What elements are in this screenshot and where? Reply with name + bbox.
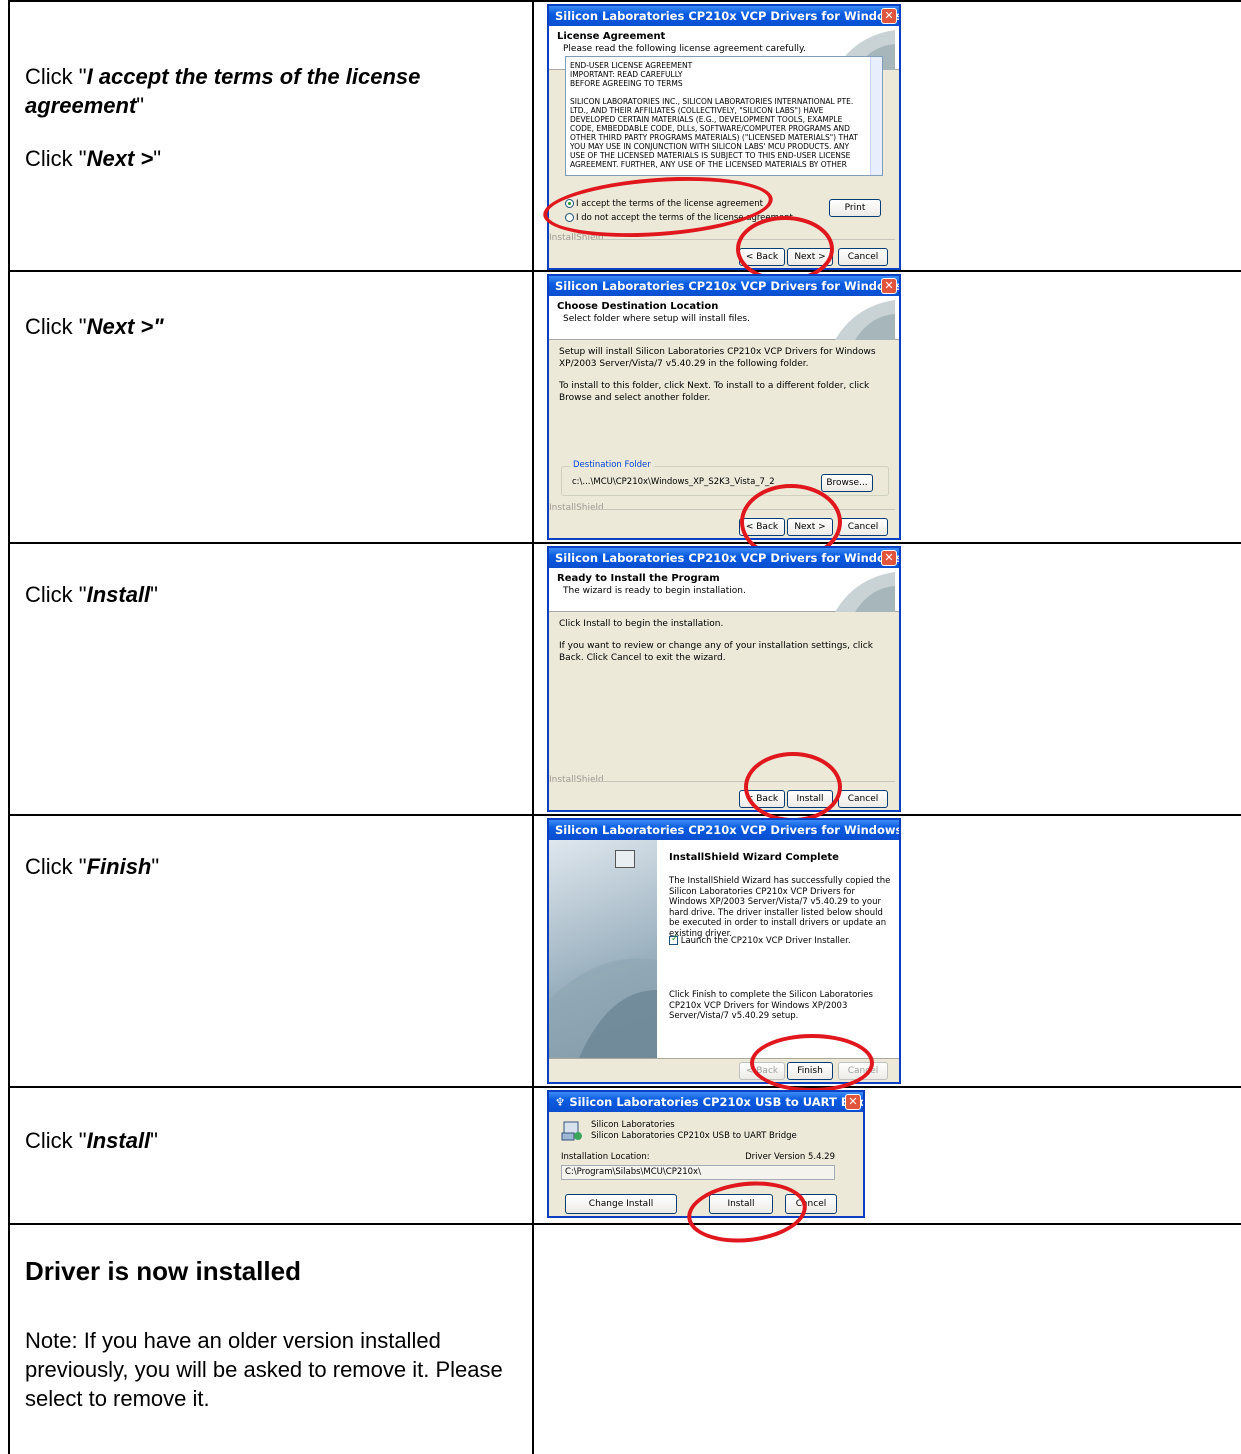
- instruction-step-2: Click "Next >": [25, 312, 515, 341]
- company-name: Silicon Laboratories: [591, 1120, 675, 1130]
- column-divider: [532, 0, 534, 1454]
- table-border: [8, 0, 1241, 2]
- print-button[interactable]: Print: [829, 199, 881, 217]
- destination-window: Silicon Laboratories CP210x VCP Drivers …: [547, 274, 901, 540]
- instruction-text: Click ": [25, 314, 87, 339]
- instruction-step-5: Click "Install": [25, 1126, 515, 1155]
- instruction-text: Click ": [25, 582, 87, 607]
- installshield-art-icon: [835, 572, 895, 612]
- driver-version: Driver Version 5.4.29: [745, 1152, 835, 1162]
- destination-legend: Destination Folder: [570, 460, 654, 470]
- checkbox-label: Launch the CP210x VCP Driver Installer.: [680, 936, 851, 946]
- browse-button[interactable]: Browse...: [821, 474, 873, 492]
- wizard-content: InstallShield Wizard Complete The Instal…: [615, 840, 899, 1058]
- window-titlebar: Silicon Laboratories CP210x VCP Drivers …: [549, 276, 899, 296]
- instruction-emphasis: Finish: [86, 854, 152, 879]
- row-divider: [8, 1086, 1241, 1088]
- launch-checkbox[interactable]: ✓ Launch the CP210x VCP Driver Installer…: [669, 934, 851, 946]
- wizard-text: To install to this folder, click Next. T…: [559, 381, 870, 403]
- instruction-text: ": [136, 93, 145, 118]
- install-path-field[interactable]: C:\Program\Silabs\MCU\CP210x\: [561, 1165, 835, 1180]
- window-title: Silicon Laboratories CP210x VCP Drivers …: [555, 823, 899, 837]
- window-title: Silicon Laboratories CP210x VCP Drivers …: [555, 279, 899, 293]
- highlight-circle: [736, 216, 834, 282]
- instruction-emphasis: Next >": [86, 314, 164, 339]
- installshield-swirl-icon: [549, 958, 657, 1058]
- close-icon[interactable]: ✕: [881, 278, 897, 294]
- scrollbar[interactable]: [870, 57, 882, 175]
- instruction-text: Click ": [25, 146, 87, 171]
- installer-icon: [561, 1120, 583, 1142]
- window-titlebar: ♆ Silicon Laboratories CP210x USB to UAR…: [549, 1092, 863, 1112]
- installshield-side-panel: [549, 840, 657, 1058]
- installshield-label: InstallShield: [549, 503, 894, 513]
- location-label: Installation Location:: [561, 1152, 650, 1162]
- cancel-button[interactable]: Cancel: [838, 518, 888, 536]
- instruction-step-4: Click "Finish": [25, 852, 515, 881]
- row-divider: [8, 270, 1241, 272]
- instruction-step-1: Click "I accept the terms of the license…: [25, 62, 515, 173]
- instruction-emphasis: Install: [86, 1128, 151, 1153]
- installer-info: Silicon Laboratories Silicon Laboratorie…: [591, 1120, 797, 1142]
- final-note-text: Note: If you have an older version insta…: [25, 1328, 503, 1411]
- instruction-emphasis: Next >: [86, 146, 154, 171]
- installshield-label: InstallShield: [549, 775, 894, 785]
- instruction-text: Click ": [25, 1128, 87, 1153]
- highlight-circle: [744, 752, 842, 822]
- wizard-text: Setup will install Silicon Laboratories …: [559, 347, 876, 369]
- wizard-header: Choose Destination Location Select folde…: [549, 296, 899, 340]
- window-title: Silicon Laboratories CP210x VCP Drivers …: [555, 9, 899, 23]
- final-note: Driver is now installed Note: If you hav…: [25, 1256, 515, 1413]
- destination-path: c:\...\MCU\CP210x\Windows_XP_S2K3_Vista_…: [572, 477, 775, 487]
- window-title: Silicon Laboratories CP210x USB to UART …: [569, 1095, 863, 1109]
- ready-to-install-window: Silicon Laboratories CP210x VCP Drivers …: [547, 546, 901, 812]
- wizard-heading: InstallShield Wizard Complete: [669, 852, 839, 863]
- computer-icon: [615, 850, 635, 868]
- wizard-text: Click Finish to complete the Silicon Lab…: [669, 990, 873, 1021]
- window-titlebar: Silicon Laboratories CP210x VCP Drivers …: [549, 548, 899, 568]
- wizard-header: Ready to Install the Program The wizard …: [549, 568, 899, 612]
- instruction-text: Click ": [25, 854, 87, 879]
- checkbox-checked-icon: ✓: [669, 934, 679, 945]
- product-name: Silicon Laboratories CP210x USB to UART …: [591, 1131, 797, 1141]
- cancel-button[interactable]: Cancel: [838, 790, 888, 808]
- instruction-text: ": [150, 582, 158, 607]
- instruction-text: ": [150, 1128, 158, 1153]
- close-icon[interactable]: ✕: [845, 1094, 861, 1110]
- installshield-art-icon: [835, 300, 895, 340]
- wizard-text: The InstallShield Wizard has successfull…: [669, 876, 891, 939]
- wizard-body: Setup will install Silicon Laboratories …: [549, 340, 899, 410]
- instruction-text: ": [153, 146, 162, 171]
- row-divider: [8, 542, 1241, 544]
- instruction-text: ": [151, 854, 160, 879]
- final-heading: Driver is now installed: [25, 1256, 301, 1286]
- close-icon[interactable]: ✕: [881, 8, 897, 24]
- window-titlebar: Silicon Laboratories CP210x VCP Drivers …: [549, 6, 899, 26]
- instruction-step-3: Click "Install": [25, 580, 515, 609]
- instruction-text: Click ": [25, 64, 87, 89]
- table-border-left: [8, 0, 10, 1454]
- cancel-button[interactable]: Cancel: [838, 248, 888, 266]
- window-title: Silicon Laboratories CP210x VCP Drivers …: [555, 551, 899, 565]
- window-titlebar: Silicon Laboratories CP210x VCP Drivers …: [549, 820, 899, 840]
- change-location-button[interactable]: Change Install Location...: [565, 1194, 677, 1214]
- row-divider: [8, 814, 1241, 816]
- wizard-body: Click Install to begin the installation.…: [549, 612, 899, 670]
- usb-icon: ♆: [555, 1095, 570, 1109]
- instruction-emphasis: Install: [86, 582, 151, 607]
- license-textbox[interactable]: END-USER LICENSE AGREEMENT IMPORTANT: RE…: [565, 56, 883, 176]
- wizard-text: If you want to review or change any of y…: [559, 641, 873, 663]
- row-divider: [8, 1223, 1241, 1225]
- license-text: END-USER LICENSE AGREEMENT IMPORTANT: RE…: [570, 61, 858, 169]
- close-icon[interactable]: ✕: [881, 550, 897, 566]
- wizard-text: Click Install to begin the installation.: [559, 619, 724, 629]
- highlight-circle: [750, 1034, 874, 1092]
